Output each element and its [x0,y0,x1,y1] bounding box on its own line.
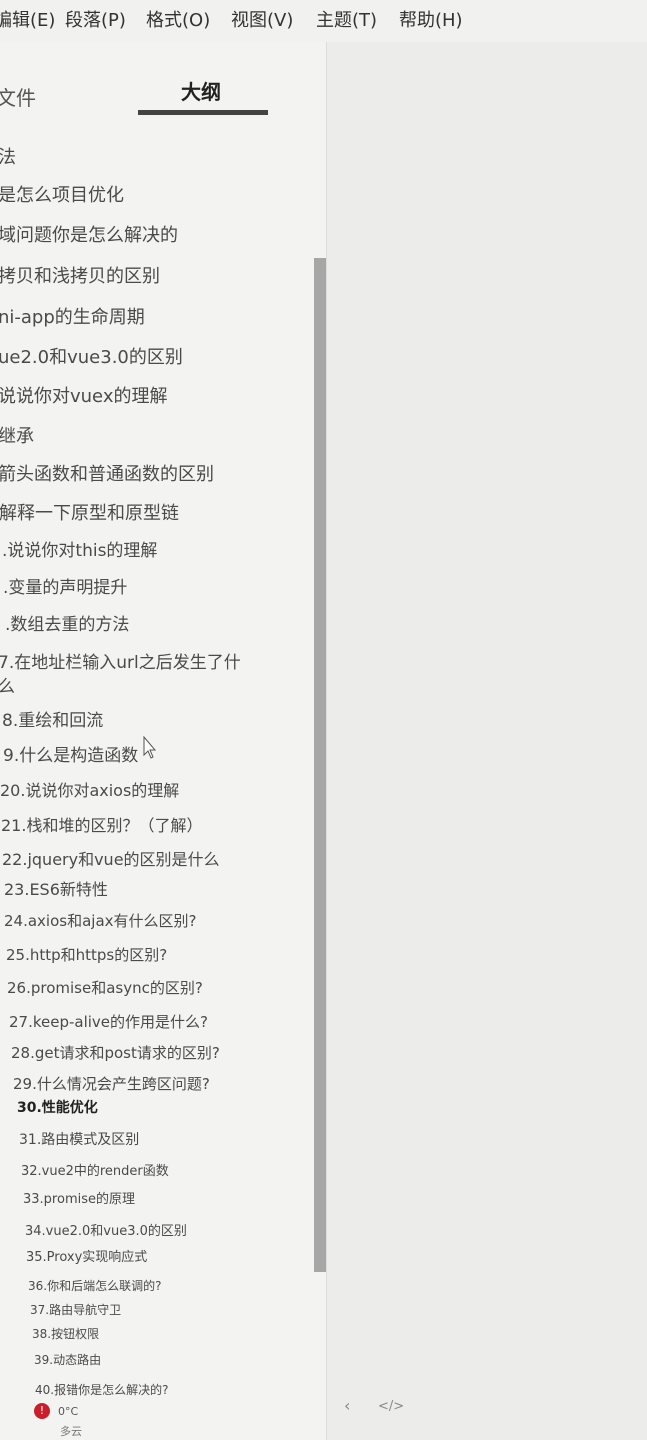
outline-item[interactable]: 27.keep-alive的作用是什么? [9,1011,208,1032]
tab-files[interactable]: 文件 [0,82,36,111]
menu-theme[interactable]: 主题(T) [316,6,377,32]
outline-item[interactable]: 箭头函数和普通函数的区别 [0,460,214,486]
outline-item[interactable]: 域问题你是怎么解决的 [0,221,178,247]
menu-bar: 编辑(E) 段落(P) 格式(O) 视图(V) 主题(T) 帮助(H) [0,0,647,42]
outline-item[interactable]: ue2.0和vue3.0的区别 [0,343,183,369]
outline-item[interactable]: 24.axios和ajax有什么区别? [4,910,196,931]
outline-item[interactable]: 32.vue2中的render函数 [21,1160,169,1179]
menu-paragraph[interactable]: 段落(P) [65,6,126,32]
outline-item[interactable]: 37.路由导航守卫 [30,1301,121,1318]
source-code-toggle-button[interactable]: </> [378,1399,404,1414]
mouse-cursor-icon [143,736,157,759]
outline-item[interactable]: .说说你对this的理解 [2,536,157,561]
editor-area[interactable] [327,42,647,1440]
outline-item[interactable]: 法 [0,143,16,169]
outline-item[interactable]: 8.重绘和回流 [2,706,103,731]
menu-edit[interactable]: 编辑(E) [0,6,55,32]
outline-item[interactable]: 26.promise和async的区别? [7,977,203,998]
weather-label: 多云 [60,1425,82,1438]
outline-item[interactable]: 39.动态路由 [34,1351,101,1368]
outline-item[interactable]: 31.路由模式及区别 [19,1129,139,1149]
menu-view[interactable]: 视图(V) [231,6,293,32]
outline-item[interactable]: 28.get请求和post请求的区别? [11,1042,220,1063]
active-tab-indicator [138,110,268,115]
outline-item[interactable]: 继承 [0,422,34,448]
outline-item[interactable]: 30.性能优化 [17,1097,98,1117]
menu-format[interactable]: 格式(O) [146,6,210,32]
outline-item[interactable]: 36.你和后端怎么联调的? [28,1277,161,1294]
sidebar-scrollbar[interactable] [314,258,326,1272]
outline-item[interactable]: 33.promise的原理 [23,1188,135,1207]
outline-item[interactable]: 29.什么情况会产生跨区问题? [13,1073,210,1094]
outline-item[interactable]: 拷贝和浅拷贝的区别 [0,262,160,288]
outline-item[interactable]: 22.jquery和vue的区别是什么 [2,846,220,870]
chevron-left-icon[interactable]: ‹ [344,1396,350,1415]
weather-alert-icon: ! [34,1403,50,1419]
outline-item[interactable]: 34.vue2.0和vue3.0的区别 [25,1220,187,1239]
outline-item[interactable]: .数组去重的方法 [5,610,129,635]
menu-help[interactable]: 帮助(H) [399,6,463,32]
outline-item[interactable]: 35.Proxy实现响应式 [26,1246,147,1265]
outline-item[interactable]: 9.什么是构造函数 [3,741,138,766]
outline-item-wrap[interactable]: 么 [0,672,15,697]
outline-item[interactable]: 25.http和https的区别? [6,944,167,965]
status-bar [0,1392,647,1440]
outline-item[interactable]: .变量的声明提升 [3,573,127,598]
outline-item[interactable]: 说说你对vuex的理解 [0,382,167,408]
outline-item[interactable]: 38.按钮权限 [32,1325,99,1342]
outline-item[interactable]: 解释一下原型和原型链 [0,499,179,525]
temperature-label: 0°C [58,1405,79,1418]
outline-item[interactable]: 21.栈和堆的区别？（了解） [1,812,202,836]
outline-item[interactable]: ni-app的生命周期 [0,303,145,329]
tab-outline[interactable]: 大纲 [181,76,221,105]
outline-item[interactable]: 7.在地址栏输入url之后发生了什 [0,648,241,673]
outline-item[interactable]: 23.ES6新特性 [4,876,108,900]
outline-item[interactable]: 20.说说你对axios的理解 [0,777,179,801]
outline-item[interactable]: 是怎么项目优化 [0,181,124,207]
